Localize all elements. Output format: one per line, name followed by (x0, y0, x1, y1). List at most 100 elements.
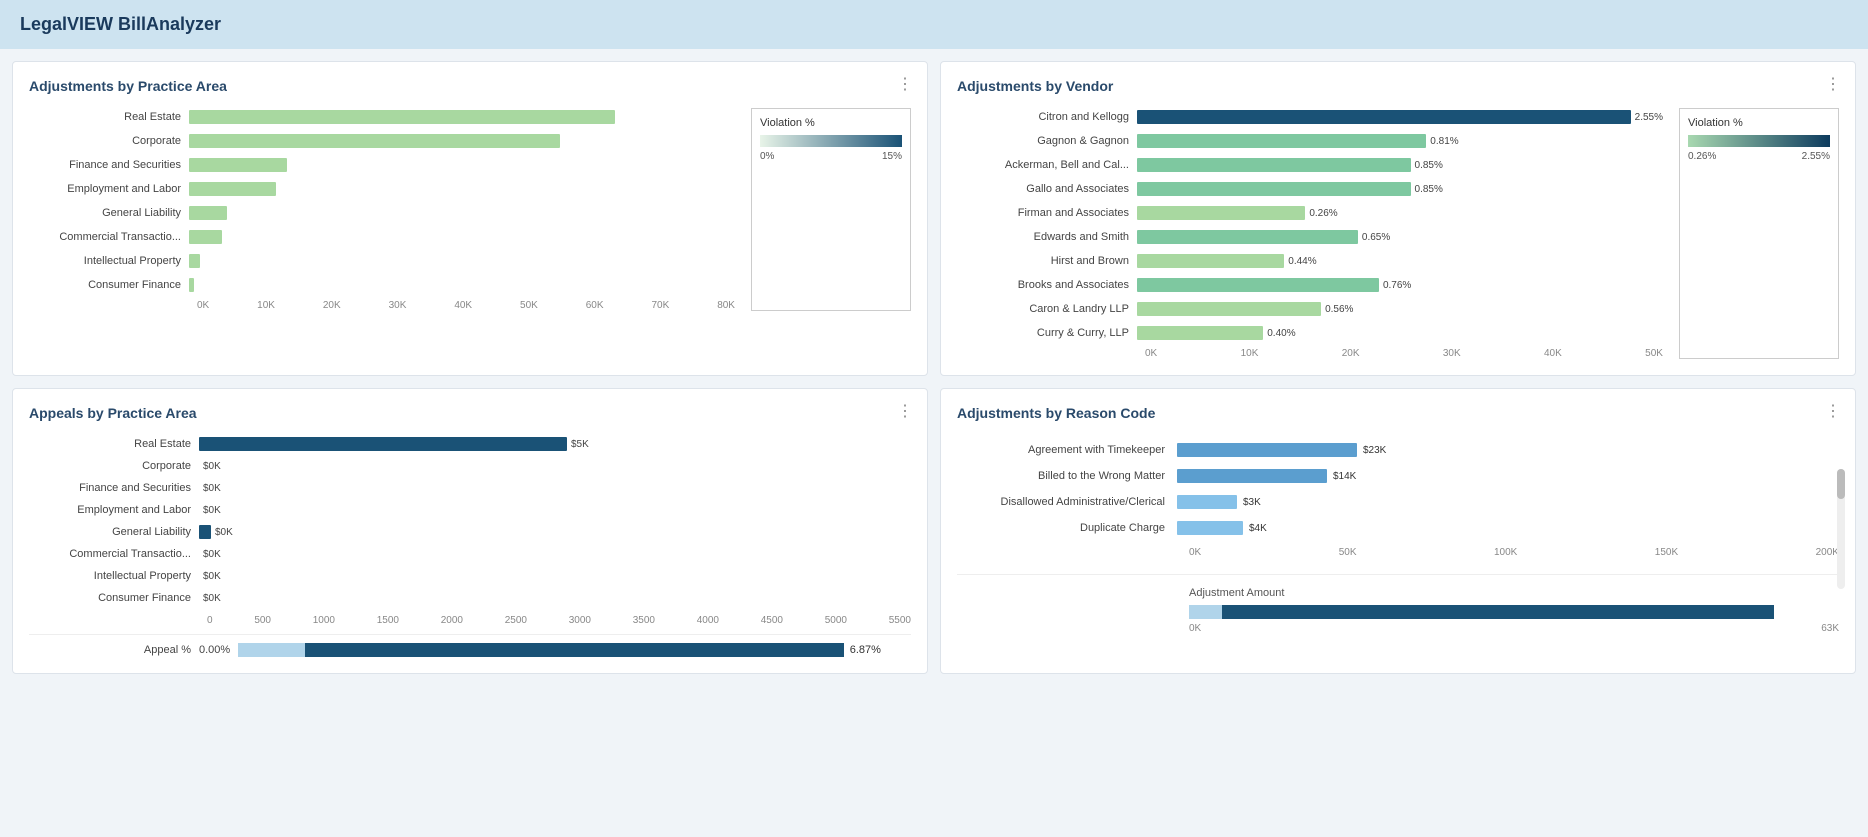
bar-pct-label: 0.56% (1325, 304, 1353, 315)
bar-track (189, 110, 735, 124)
appeal-pct-bar-light (238, 643, 305, 657)
bar-label: Real Estate (29, 111, 189, 123)
appeals-bar-row: General Liability$0K (29, 523, 911, 541)
appeals-bar-row: Consumer Finance $0K (29, 589, 911, 607)
bar-fill (1137, 254, 1284, 268)
bar-label: Consumer Finance (29, 279, 189, 291)
bar-track (189, 278, 735, 292)
adjustment-title: Adjustment Amount (957, 587, 1839, 599)
practice-area-legend-gradient (760, 135, 902, 147)
appeals-bar-track: $0K (199, 461, 911, 472)
bar-track: 0.65% (1137, 230, 1663, 244)
appeals-bar-track: $0K (199, 525, 911, 539)
bar-pct-label: 0.85% (1415, 160, 1443, 171)
bar-row: Hirst and Brown 0.44% (957, 252, 1663, 270)
bar-track: 0.76% (1137, 278, 1663, 292)
practice-area-legend: Violation % 0% 15% (751, 108, 911, 311)
bar-track (189, 206, 735, 220)
bar-label: Citron and Kellogg (957, 111, 1137, 123)
bar-track: 0.56% (1137, 302, 1663, 316)
bar-row: Consumer Finance (29, 276, 735, 294)
adjustments-vendor-card: Adjustments by Vendor ⋮ Citron and Kello… (940, 61, 1856, 376)
appeals-bar-track: $0K (199, 505, 911, 516)
reason-code-row: Billed to the Wrong Matter $14K (957, 469, 1839, 483)
vendor-legend-labels: 0.26% 2.55% (1688, 151, 1830, 162)
appeals-bar-label: Consumer Finance (29, 592, 199, 604)
appeals-bar-row: Employment and Labor$0K (29, 501, 911, 519)
bar-pct-label: 0.76% (1383, 280, 1411, 291)
reason-code-card: Adjustments by Reason Code ⋮ Agreement w… (940, 388, 1856, 674)
reason-code-row: Disallowed Administrative/Clerical$3K (957, 495, 1839, 509)
vendor-menu[interactable]: ⋮ (1825, 74, 1843, 94)
vendor-legend-title: Violation % (1688, 117, 1830, 129)
bar-pct-label: 2.55% (1635, 112, 1663, 123)
bar-row: Corporate (29, 132, 735, 150)
bar-track: 0.85% (1137, 158, 1663, 172)
bar-track: 2.55% (1137, 110, 1663, 124)
reason-bar-value: $4K (1249, 523, 1267, 534)
appeals-bar-fill (199, 525, 211, 539)
bar-track: 0.85% (1137, 182, 1663, 196)
bar-row: Commercial Transactio... (29, 228, 735, 246)
bar-row: Intellectual Property (29, 252, 735, 270)
bar-row: Citron and Kellogg 2.55% (957, 108, 1663, 126)
reason-bar-fill (1177, 495, 1237, 509)
bar-track (189, 230, 735, 244)
appeals-menu[interactable]: ⋮ (897, 401, 915, 421)
bar-label: Commercial Transactio... (29, 231, 189, 243)
bar-label: Employment and Labor (29, 183, 189, 195)
bar-track: 0.40% (1137, 326, 1663, 340)
appeals-bar-row: Finance and Securities$0K (29, 479, 911, 497)
appeals-practice-area-card: Appeals by Practice Area ⋮ Real Estate$5… (12, 388, 928, 674)
app-title: LegalVIEW BillAnalyzer (20, 14, 221, 34)
dashboard: Adjustments by Practice Area ⋮ Real Esta… (0, 49, 1868, 686)
appeals-bar-label: Employment and Labor (29, 504, 199, 516)
appeals-bar-track: $0K (199, 549, 911, 560)
appeals-bar-label: Intellectual Property (29, 570, 199, 582)
app-header: LegalVIEW BillAnalyzer (0, 0, 1868, 49)
reason-label: Billed to the Wrong Matter (957, 470, 1177, 482)
appeals-bar-value: $0K (203, 593, 221, 604)
appeals-bar-row: Commercial Transactio...$0K (29, 545, 911, 563)
vendor-bar-chart: Citron and Kellogg2.55%Gagnon & Gagnon0.… (957, 108, 1663, 359)
appeals-bar-track: $0K (199, 483, 911, 494)
bar-row: Gallo and Associates0.85% (957, 180, 1663, 198)
bar-label: Gagnon & Gagnon (957, 135, 1137, 147)
appeals-bar-row: Corporate$0K (29, 457, 911, 475)
appeals-bar-value: $0K (203, 461, 221, 472)
bar-label: General Liability (29, 207, 189, 219)
bar-row: Gagnon & Gagnon0.81% (957, 132, 1663, 150)
reason-label: Duplicate Charge (957, 522, 1177, 534)
adjustment-bar-light (1189, 605, 1222, 619)
vendor-legend-gradient (1688, 135, 1830, 147)
bar-row: Real Estate (29, 108, 735, 126)
bar-label: Caron & Landry LLP (957, 303, 1137, 315)
practice-area-menu[interactable]: ⋮ (897, 74, 915, 94)
bar-label: Corporate (29, 135, 189, 147)
appeals-practice-area-title: Appeals by Practice Area (29, 405, 911, 421)
bar-pct-label: 0.85% (1415, 184, 1443, 195)
reason-bar-value: $14K (1333, 471, 1356, 482)
bar-pct-label: 0.40% (1267, 328, 1295, 339)
bar-row: Finance and Securities (29, 156, 735, 174)
adjustments-vendor-title: Adjustments by Vendor (957, 78, 1839, 94)
bar-row: General Liability (29, 204, 735, 222)
appeals-bar-fill (199, 437, 567, 451)
bar-label: Curry & Curry, LLP (957, 327, 1137, 339)
practice-area-chart-area: Real Estate Corporate Finance and Securiti… (29, 108, 911, 311)
appeals-bar-label: General Liability (29, 526, 199, 538)
bar-fill (189, 134, 560, 148)
bar-fill (189, 230, 222, 244)
bar-pct-label: 0.44% (1288, 256, 1316, 267)
bar-track (189, 158, 735, 172)
bar-fill (1137, 278, 1379, 292)
reason-code-menu[interactable]: ⋮ (1825, 401, 1843, 421)
bar-row: Curry & Curry, LLP 0.40% (957, 324, 1663, 342)
bar-label: Hirst and Brown (957, 255, 1137, 267)
adjustments-practice-area-title: Adjustments by Practice Area (29, 78, 911, 94)
bar-track: 0.81% (1137, 134, 1663, 148)
appeal-pct-value: 0.00% (199, 644, 230, 656)
bar-row: Brooks and Associates0.76% (957, 276, 1663, 294)
bar-row: Firman and Associates0.26% (957, 204, 1663, 222)
bar-label: Ackerman, Bell and Cal... (957, 159, 1137, 171)
